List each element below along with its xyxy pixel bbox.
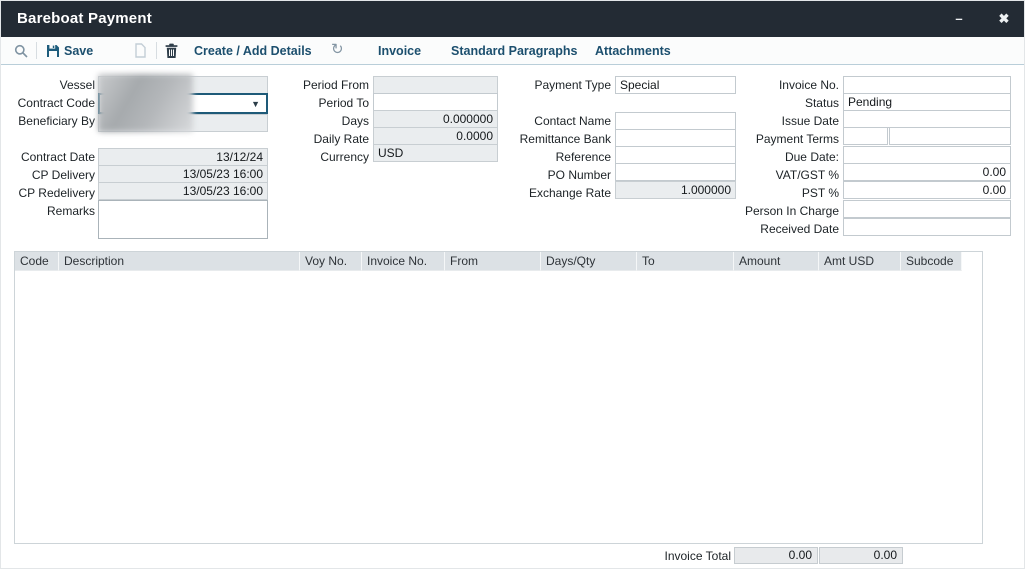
contract-code-label: Contract Code: [1, 94, 95, 112]
minimize-icon[interactable]: –: [944, 1, 974, 37]
period-to-label: Period To: [281, 94, 369, 112]
toolbar-separator: [36, 42, 37, 59]
cp-delivery-label: CP Delivery: [1, 166, 95, 184]
refresh-icon[interactable]: ↻: [331, 43, 344, 57]
period-from-field: [373, 76, 498, 94]
beneficiary-by-label: Beneficiary By: [1, 112, 95, 130]
po-number-label: PO Number: [501, 166, 611, 184]
period-to-field[interactable]: [373, 93, 498, 111]
invoice-no-label: Invoice No.: [701, 76, 839, 94]
copy-document-icon[interactable]: [135, 43, 146, 61]
currency-label: Currency: [281, 148, 369, 166]
toolbar: Save Create / Add Details ↻ Invoice Stan…: [1, 37, 1024, 65]
daily-rate-label: Daily Rate: [281, 130, 369, 148]
issue-date-label: Issue Date: [701, 112, 839, 130]
column-header-days-qty[interactable]: Days/Qty: [541, 252, 637, 271]
save-button[interactable]: Save: [64, 37, 93, 65]
details-grid-body: [15, 271, 982, 543]
column-header-subcode[interactable]: Subcode: [901, 252, 962, 271]
standard-paragraphs-button[interactable]: Standard Paragraphs: [451, 37, 577, 65]
currency-field: [373, 144, 498, 162]
issue-date-field[interactable]: [843, 110, 1011, 128]
chevron-down-icon[interactable]: ▼: [251, 98, 260, 110]
payment-type-label: Payment Type: [501, 76, 611, 94]
contract-date-field: [98, 148, 268, 166]
column-header-invoice-no[interactable]: Invoice No.: [362, 252, 445, 271]
person-in-charge-label: Person In Charge: [701, 202, 839, 220]
redacted-overlay: [98, 74, 193, 132]
status-label: Status: [701, 94, 839, 112]
period-from-label: Period From: [281, 76, 369, 94]
create-add-details-button[interactable]: Create / Add Details: [194, 37, 312, 65]
delete-trash-icon[interactable]: [165, 43, 178, 62]
invoice-total-label: Invoice Total: [611, 547, 731, 565]
column-header-code[interactable]: Code: [15, 252, 59, 271]
cp-redelivery-label: CP Redelivery: [1, 184, 95, 202]
column-header-to[interactable]: To: [637, 252, 734, 271]
cp-delivery-field: [98, 165, 268, 183]
reference-label: Reference: [501, 148, 611, 166]
vessel-label: Vessel: [1, 76, 95, 94]
payment-terms-days-field[interactable]: [843, 127, 888, 145]
bareboat-payment-window: Bareboat Payment – ✖ Save Create / Add D…: [0, 0, 1025, 569]
column-header-amt-usd[interactable]: Amt USD: [819, 252, 901, 271]
attachments-button[interactable]: Attachments: [595, 37, 671, 65]
details-grid-header: Code Description Voy No. Invoice No. Fro…: [15, 252, 962, 271]
days-label: Days: [281, 112, 369, 130]
vat-gst-field[interactable]: [843, 163, 1011, 181]
remittance-bank-label: Remittance Bank: [501, 130, 611, 148]
vat-gst-label: VAT/GST %: [701, 166, 839, 184]
contact-name-label: Contact Name: [501, 112, 611, 130]
payment-terms-desc-field[interactable]: [889, 127, 1011, 145]
invoice-no-field[interactable]: [843, 76, 1011, 94]
invoice-total-amount-usd: 0.00: [819, 547, 903, 564]
invoice-total-amount: 0.00: [734, 547, 818, 564]
column-header-voy-no[interactable]: Voy No.: [300, 252, 362, 271]
remarks-label: Remarks: [1, 202, 95, 220]
received-date-field[interactable]: [843, 218, 1011, 236]
pst-field[interactable]: [843, 181, 1011, 199]
toolbar-separator: [156, 42, 157, 59]
window-title: Bareboat Payment: [17, 1, 152, 37]
remarks-field[interactable]: [98, 200, 268, 239]
save-icon[interactable]: [46, 44, 60, 61]
contract-date-label: Contract Date: [1, 148, 95, 166]
column-header-description[interactable]: Description: [59, 252, 300, 271]
cp-redelivery-field: [98, 182, 268, 200]
received-date-label: Received Date: [701, 220, 839, 238]
close-icon[interactable]: ✖: [989, 1, 1019, 37]
daily-rate-field: [373, 127, 498, 145]
due-date-label: Due Date:: [701, 148, 839, 166]
column-header-from[interactable]: From: [445, 252, 541, 271]
payment-terms-label: Payment Terms: [701, 130, 839, 148]
details-grid: Code Description Voy No. Invoice No. Fro…: [14, 251, 983, 544]
invoice-button[interactable]: Invoice: [378, 37, 421, 65]
title-bar: Bareboat Payment – ✖: [1, 1, 1024, 37]
person-in-charge-field[interactable]: [843, 200, 1011, 218]
pst-label: PST %: [701, 184, 839, 202]
days-field: [373, 110, 498, 128]
due-date-field[interactable]: [843, 146, 1011, 164]
column-header-amount[interactable]: Amount: [734, 252, 819, 271]
search-icon[interactable]: [14, 44, 28, 61]
exchange-rate-label: Exchange Rate: [501, 184, 611, 202]
status-field[interactable]: [843, 93, 1011, 111]
